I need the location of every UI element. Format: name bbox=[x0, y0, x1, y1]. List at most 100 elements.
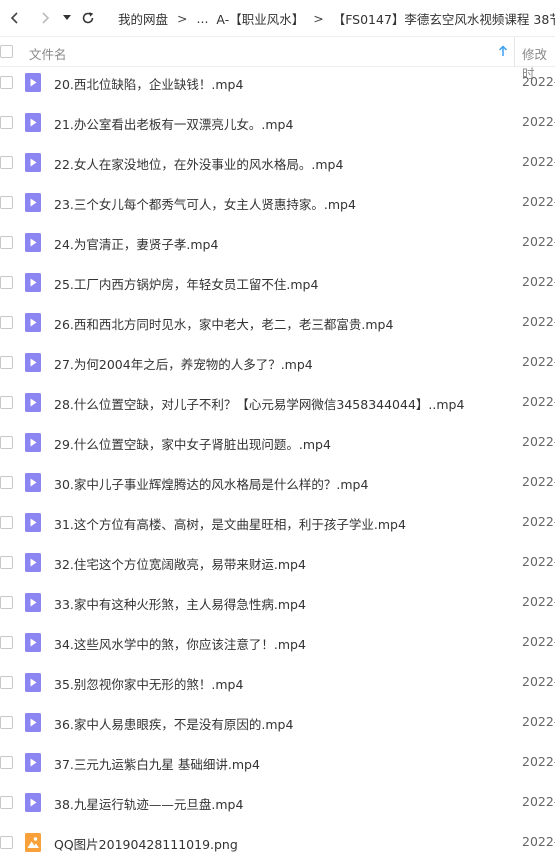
row-checkbox[interactable] bbox=[0, 156, 13, 169]
file-name[interactable]: 32.住宅这个方位宽阔敞亮，易带来财运.mp4 bbox=[54, 554, 306, 573]
select-all-checkbox[interactable] bbox=[0, 45, 13, 58]
file-row[interactable]: 32.住宅这个方位宽阔敞亮，易带来财运.mp4 2022- bbox=[0, 543, 555, 583]
file-row[interactable]: 21.办公室看出老板有一双漂亮儿女。.mp4 2022- bbox=[0, 103, 555, 143]
breadcrumb-item-current[interactable]: 【FS0147】李德玄空风水视频课程 38节 bbox=[333, 9, 555, 28]
breadcrumb-item-folder[interactable]: A-【职业风水】 bbox=[216, 9, 304, 28]
file-name[interactable]: 22.女人在家没地位，在外没事业的风水格局。.mp4 bbox=[54, 154, 343, 173]
file-modified-date: 2022- bbox=[522, 554, 555, 569]
file-name[interactable]: 21.办公室看出老板有一双漂亮儿女。.mp4 bbox=[54, 114, 293, 133]
file-row[interactable]: 37.三元九运紫白九星 基础细讲.mp4 2022- bbox=[0, 743, 555, 783]
file-row[interactable]: 34.这些风水学中的煞，你应该注意了！.mp4 2022- bbox=[0, 623, 555, 663]
row-checkbox[interactable] bbox=[0, 236, 13, 249]
row-checkbox[interactable] bbox=[0, 196, 13, 209]
video-file-icon bbox=[25, 193, 41, 212]
file-row[interactable]: 26.西和西北方同时见水，家中老大，老二，老三都富贵.mp4 2022- bbox=[0, 303, 555, 343]
video-file-icon bbox=[25, 513, 41, 532]
file-modified-date: 2022- bbox=[522, 434, 555, 449]
video-file-icon bbox=[25, 153, 41, 172]
file-name[interactable]: 29.什么位置空缺，家中女子肾脏出现问题。.mp4 bbox=[54, 434, 331, 453]
row-checkbox[interactable] bbox=[0, 676, 13, 689]
video-file-icon bbox=[25, 753, 41, 772]
file-name[interactable]: 35.别忽视你家中无形的煞！.mp4 bbox=[54, 674, 243, 693]
breadcrumb-item-root[interactable]: 我的网盘 bbox=[118, 9, 168, 28]
file-modified-date: 2022- bbox=[522, 514, 555, 529]
file-row[interactable]: 23.三个女儿每个都秀气可人，女主人贤惠持家。.mp4 2022- bbox=[0, 183, 555, 223]
file-name[interactable]: 25.工厂内西方锅炉房，年轻女员工留不住.mp4 bbox=[54, 274, 318, 293]
file-row[interactable]: 35.别忽视你家中无形的煞！.mp4 2022- bbox=[0, 663, 555, 703]
row-checkbox[interactable] bbox=[0, 556, 13, 569]
file-row[interactable]: 22.女人在家没地位，在外没事业的风水格局。.mp4 2022- bbox=[0, 143, 555, 183]
file-modified-date: 2022- bbox=[522, 314, 555, 329]
file-name[interactable]: 34.这些风水学中的煞，你应该注意了！.mp4 bbox=[54, 634, 306, 653]
file-name[interactable]: 26.西和西北方同时见水，家中老大，老二，老三都富贵.mp4 bbox=[54, 314, 393, 333]
file-row[interactable]: 31.这个方位有高楼、高树，是文曲星旺相，利于孩子学业.mp4 2022- bbox=[0, 503, 555, 543]
file-name[interactable]: 24.为官清正，妻贤子孝.mp4 bbox=[54, 234, 218, 253]
file-name[interactable]: 33.家中有这种火形煞，主人易得急性病.mp4 bbox=[54, 594, 306, 613]
video-file-icon bbox=[25, 633, 41, 652]
column-header-name[interactable]: 文件名 bbox=[29, 44, 67, 63]
arrow-up-icon[interactable] bbox=[498, 45, 508, 57]
file-modified-date: 2022- bbox=[522, 474, 555, 489]
row-checkbox[interactable] bbox=[0, 836, 13, 849]
row-checkbox[interactable] bbox=[0, 396, 13, 409]
video-file-icon bbox=[25, 273, 41, 292]
file-row[interactable]: 25.工厂内西方锅炉房，年轻女员工留不住.mp4 2022- bbox=[0, 263, 555, 303]
row-checkbox[interactable] bbox=[0, 636, 13, 649]
history-dropdown-button[interactable] bbox=[60, 0, 74, 36]
file-modified-date: 2022- bbox=[522, 74, 555, 89]
file-row[interactable]: 36.家中人易患眼疾，不是没有原因的.mp4 2022- bbox=[0, 703, 555, 743]
row-checkbox[interactable] bbox=[0, 476, 13, 489]
file-name[interactable]: 23.三个女儿每个都秀气可人，女主人贤惠持家。.mp4 bbox=[54, 194, 356, 213]
file-modified-date: 2022- bbox=[522, 794, 555, 809]
row-checkbox[interactable] bbox=[0, 796, 13, 809]
caret-down-icon bbox=[63, 15, 71, 20]
refresh-button[interactable] bbox=[74, 0, 102, 36]
file-name[interactable]: 36.家中人易患眼疾，不是没有原因的.mp4 bbox=[54, 714, 293, 733]
row-checkbox[interactable] bbox=[0, 716, 13, 729]
file-name[interactable]: 38.九星运行轨迹——元旦盘.mp4 bbox=[54, 794, 243, 813]
file-name[interactable]: 28.什么位置空缺，对儿子不利？【心元易学网微信3458344044】..mp4 bbox=[54, 394, 464, 413]
file-row[interactable]: QQ图片20190428111019.png 2022- bbox=[0, 823, 555, 863]
breadcrumb-item-ellipsis[interactable]: ... bbox=[197, 11, 209, 26]
file-name[interactable]: 20.西北位缺陷，企业缺钱！.mp4 bbox=[54, 74, 243, 93]
file-name[interactable]: 31.这个方位有高楼、高树，是文曲星旺相，利于孩子学业.mp4 bbox=[54, 514, 406, 533]
breadcrumb-separator: > bbox=[177, 10, 188, 26]
back-button[interactable] bbox=[0, 0, 30, 36]
file-modified-date: 2022- bbox=[522, 674, 555, 689]
refresh-icon bbox=[82, 12, 94, 24]
file-name[interactable]: 37.三元九运紫白九星 基础细讲.mp4 bbox=[54, 754, 260, 773]
forward-button[interactable] bbox=[30, 0, 60, 36]
toolbar: 我的网盘 > ... A-【职业风水】 > 【FS0147】李德玄空风水视频课程… bbox=[0, 0, 555, 36]
row-checkbox[interactable] bbox=[0, 516, 13, 529]
row-checkbox[interactable] bbox=[0, 756, 13, 769]
row-checkbox[interactable] bbox=[0, 436, 13, 449]
file-row[interactable]: 30.家中儿子事业辉煌腾达的风水格局是什么样的？.mp4 2022- bbox=[0, 463, 555, 503]
file-row[interactable]: 28.什么位置空缺，对儿子不利？【心元易学网微信3458344044】..mp4… bbox=[0, 383, 555, 423]
row-checkbox[interactable] bbox=[0, 116, 13, 129]
video-file-icon bbox=[25, 673, 41, 692]
file-row[interactable]: 29.什么位置空缺，家中女子肾脏出现问题。.mp4 2022- bbox=[0, 423, 555, 463]
video-file-icon bbox=[25, 353, 41, 372]
row-checkbox[interactable] bbox=[0, 316, 13, 329]
file-name[interactable]: 30.家中儿子事业辉煌腾达的风水格局是什么样的？.mp4 bbox=[54, 474, 368, 493]
file-row[interactable]: 38.九星运行轨迹——元旦盘.mp4 2022- bbox=[0, 783, 555, 823]
file-modified-date: 2022- bbox=[522, 194, 555, 209]
row-checkbox[interactable] bbox=[0, 276, 13, 289]
file-modified-date: 2022- bbox=[522, 594, 555, 609]
video-file-icon bbox=[25, 553, 41, 572]
file-name[interactable]: QQ图片20190428111019.png bbox=[54, 834, 238, 853]
row-checkbox[interactable] bbox=[0, 596, 13, 609]
image-file-icon bbox=[25, 833, 41, 852]
video-file-icon bbox=[25, 793, 41, 812]
file-row[interactable]: 24.为官清正，妻贤子孝.mp4 2022- bbox=[0, 223, 555, 263]
video-file-icon bbox=[25, 393, 41, 412]
row-checkbox[interactable] bbox=[0, 356, 13, 369]
file-row[interactable]: 20.西北位缺陷，企业缺钱！.mp4 2022- bbox=[0, 63, 555, 103]
file-name[interactable]: 27.为何2004年之后，养宠物的人多了？.mp4 bbox=[54, 354, 313, 373]
file-row[interactable]: 27.为何2004年之后，养宠物的人多了？.mp4 2022- bbox=[0, 343, 555, 383]
file-modified-date: 2022- bbox=[522, 354, 555, 369]
row-checkbox[interactable] bbox=[0, 76, 13, 89]
file-row[interactable]: 33.家中有这种火形煞，主人易得急性病.mp4 2022- bbox=[0, 583, 555, 623]
chevron-right-icon bbox=[42, 12, 50, 24]
video-file-icon bbox=[25, 433, 41, 452]
